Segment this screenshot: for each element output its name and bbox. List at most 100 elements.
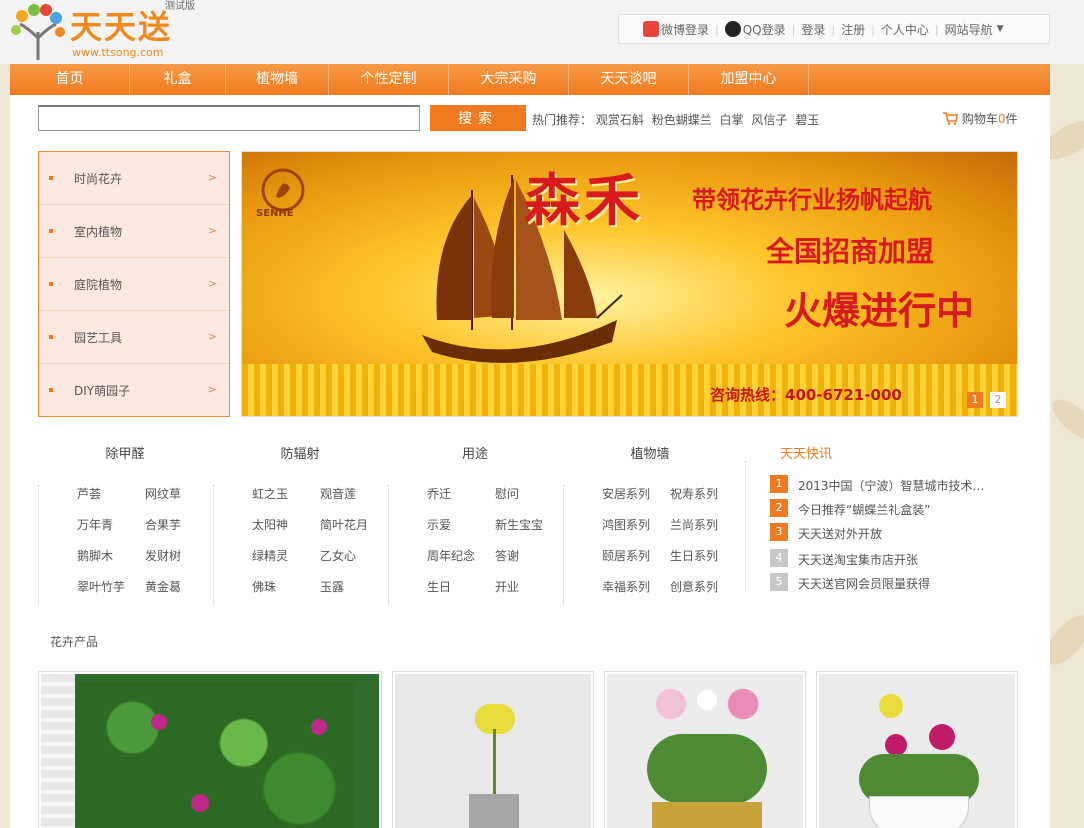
news-item[interactable]: 1 2013中国（宁波）智慧城市技术… bbox=[770, 475, 1040, 495]
column-link[interactable]: 芦荟 bbox=[77, 485, 101, 502]
column-link[interactable]: 玉露 bbox=[320, 578, 344, 595]
rank-badge: 1 bbox=[770, 475, 788, 493]
banner-page-1[interactable]: 1 bbox=[967, 392, 983, 408]
news-item[interactable]: 5 天天送官网会员限量获得 bbox=[770, 573, 1040, 593]
tree-logo-icon bbox=[11, 4, 65, 60]
nav-item-bulk[interactable]: 大宗采购 bbox=[449, 64, 569, 95]
category-label: 时尚花卉 bbox=[74, 172, 123, 186]
column-link[interactable]: 慰问 bbox=[495, 485, 519, 502]
column-link[interactable]: 黄金葛 bbox=[145, 578, 181, 595]
column-link[interactable]: 答谢 bbox=[495, 547, 519, 564]
column-link[interactable]: 合果芋 bbox=[145, 516, 181, 533]
nav-item-plant-wall[interactable]: 植物墙 bbox=[226, 64, 329, 95]
category-item[interactable]: 园艺工具 > bbox=[39, 311, 229, 364]
nav-item-giftbox[interactable]: 礼盒 bbox=[130, 64, 226, 95]
product-card[interactable] bbox=[38, 671, 382, 828]
news-item[interactable]: 2 今日推荐“蝴蝶兰礼盒装” bbox=[770, 499, 1040, 519]
hot-link[interactable]: 风信子 bbox=[751, 113, 787, 127]
column-link[interactable]: 太阳神 bbox=[252, 516, 288, 533]
column-link[interactable]: 万年青 bbox=[77, 516, 113, 533]
column-link[interactable]: 乔迁 bbox=[427, 485, 451, 502]
category-label: 室内植物 bbox=[74, 225, 123, 239]
column-link[interactable]: 鹅脚木 bbox=[77, 547, 113, 564]
cart-link[interactable]: 购物车0件 bbox=[942, 110, 1018, 127]
product-card[interactable] bbox=[604, 671, 806, 828]
chevron-right-icon: > bbox=[207, 224, 217, 237]
column-link[interactable]: 祝寿系列 bbox=[670, 485, 718, 502]
banner-recruit: 全国招商加盟 bbox=[766, 235, 935, 268]
bullet-icon bbox=[49, 176, 53, 180]
nav-item-home[interactable]: 首页 bbox=[10, 64, 130, 95]
category-item[interactable]: 庭院植物 > bbox=[39, 258, 229, 311]
bullet-icon bbox=[49, 388, 53, 392]
column-link[interactable]: 虹之玉 bbox=[252, 485, 288, 502]
column-link[interactable]: 生日 bbox=[427, 578, 451, 595]
rank-badge: 4 bbox=[770, 549, 788, 567]
column-link[interactable]: 乙女心 bbox=[320, 547, 356, 564]
bullet-icon bbox=[49, 229, 53, 233]
column-link[interactable]: 简叶花月 bbox=[320, 516, 368, 533]
category-item[interactable]: 室内植物 > bbox=[39, 205, 229, 258]
section-title: 花卉产品 bbox=[50, 635, 99, 649]
column-link[interactable]: 观音莲 bbox=[320, 485, 356, 502]
column-link[interactable]: 鸿图系列 bbox=[602, 516, 650, 533]
main-content: 搜索 热门推荐： 观赏石斛 粉色蝴蝶兰 白掌 风信子 碧玉 购物车0件 时尚花卉… bbox=[10, 95, 1050, 828]
column-link[interactable]: 周年纪念 bbox=[427, 547, 475, 564]
hot-link[interactable]: 白掌 bbox=[720, 113, 744, 127]
column-link[interactable]: 佛珠 bbox=[252, 578, 276, 595]
category-item[interactable]: 时尚花卉 > bbox=[39, 152, 229, 205]
column-link[interactable]: 新生宝宝 bbox=[495, 516, 543, 533]
column-link[interactable]: 开业 bbox=[495, 578, 519, 595]
banner-page-2[interactable]: 2 bbox=[990, 392, 1006, 408]
sitemap-dropdown[interactable]: 网站导航 bbox=[945, 21, 993, 38]
search-input[interactable] bbox=[38, 105, 420, 131]
news-item[interactable]: 3 天天送对外开放 bbox=[770, 523, 1040, 543]
chevron-right-icon: > bbox=[207, 383, 217, 396]
rank-badge: 5 bbox=[770, 573, 788, 591]
news-link: 天天送对外开放 bbox=[798, 527, 883, 541]
weibo-login-link[interactable]: 微博登录 bbox=[661, 21, 709, 38]
column-link[interactable]: 翠叶竹芋 bbox=[77, 578, 125, 595]
product-card[interactable] bbox=[392, 671, 594, 828]
divider: | bbox=[871, 22, 875, 36]
column-link[interactable]: 发财树 bbox=[145, 547, 181, 564]
nav-item-forum[interactable]: 天天谈吧 bbox=[569, 64, 689, 95]
category-label: 庭院植物 bbox=[74, 278, 123, 292]
qq-icon bbox=[724, 21, 741, 37]
nav-item-franchise[interactable]: 加盟中心 bbox=[689, 64, 809, 95]
top-bar: 天天送 测试版 www.ttsong.com 微博登录 | QQ登录 | 登录 … bbox=[0, 0, 1084, 64]
nav-item-custom[interactable]: 个性定制 bbox=[329, 64, 449, 95]
login-link[interactable]: 登录 bbox=[801, 21, 825, 38]
search-button[interactable]: 搜索 bbox=[430, 105, 526, 131]
column-link[interactable]: 网纹草 bbox=[145, 485, 181, 502]
chevron-right-icon: > bbox=[207, 277, 217, 290]
hot-link[interactable]: 粉色蝴蝶兰 bbox=[652, 113, 712, 127]
logo-url: www.ttsong.com bbox=[72, 46, 164, 59]
product-card[interactable] bbox=[816, 671, 1018, 828]
site-logo[interactable]: 天天送 测试版 www.ttsong.com bbox=[10, 0, 200, 62]
promo-banner[interactable]: SENHE 森禾 带领花卉行业扬帆起航 全国招商加盟 火爆进行中 咨询热线：40… bbox=[241, 151, 1018, 417]
rank-badge: 2 bbox=[770, 499, 788, 517]
column-link[interactable]: 示爱 bbox=[427, 516, 451, 533]
column-link[interactable]: 生日系列 bbox=[670, 547, 718, 564]
column-link[interactable]: 颐居系列 bbox=[602, 547, 650, 564]
column-title: 植物墙 bbox=[630, 447, 670, 462]
column-link[interactable]: 幸福系列 bbox=[602, 578, 650, 595]
news-link: 2013中国（宁波）智慧城市技术… bbox=[798, 479, 985, 493]
news-item[interactable]: 4 天天送淘宝集市店开张 bbox=[770, 549, 1040, 569]
column-link[interactable]: 兰尚系列 bbox=[670, 516, 718, 533]
column-link[interactable]: 创意系列 bbox=[670, 578, 718, 595]
column-links: 安居系列 祝寿系列 鸿图系列 兰尚系列 颐居系列 生日系列 幸福系列 创意系列 bbox=[563, 485, 737, 605]
news-link: 天天送淘宝集市店开张 bbox=[798, 553, 919, 567]
top-links: 微博登录 | QQ登录 | 登录 | 注册 | 个人中心 | 网站导航 ▼ bbox=[618, 14, 1050, 44]
logo-badge: 测试版 bbox=[165, 1, 195, 12]
register-link[interactable]: 注册 bbox=[841, 21, 865, 38]
account-link[interactable]: 个人中心 bbox=[881, 21, 929, 38]
column-link[interactable]: 安居系列 bbox=[602, 485, 650, 502]
qq-login-link[interactable]: QQ登录 bbox=[743, 21, 786, 38]
category-item[interactable]: DIY萌园子 > bbox=[39, 364, 229, 417]
hot-link[interactable]: 观赏石斛 bbox=[596, 113, 644, 127]
orchid-yellow-image bbox=[395, 674, 591, 828]
column-link[interactable]: 绿精灵 bbox=[252, 547, 288, 564]
hot-link[interactable]: 碧玉 bbox=[795, 113, 819, 127]
